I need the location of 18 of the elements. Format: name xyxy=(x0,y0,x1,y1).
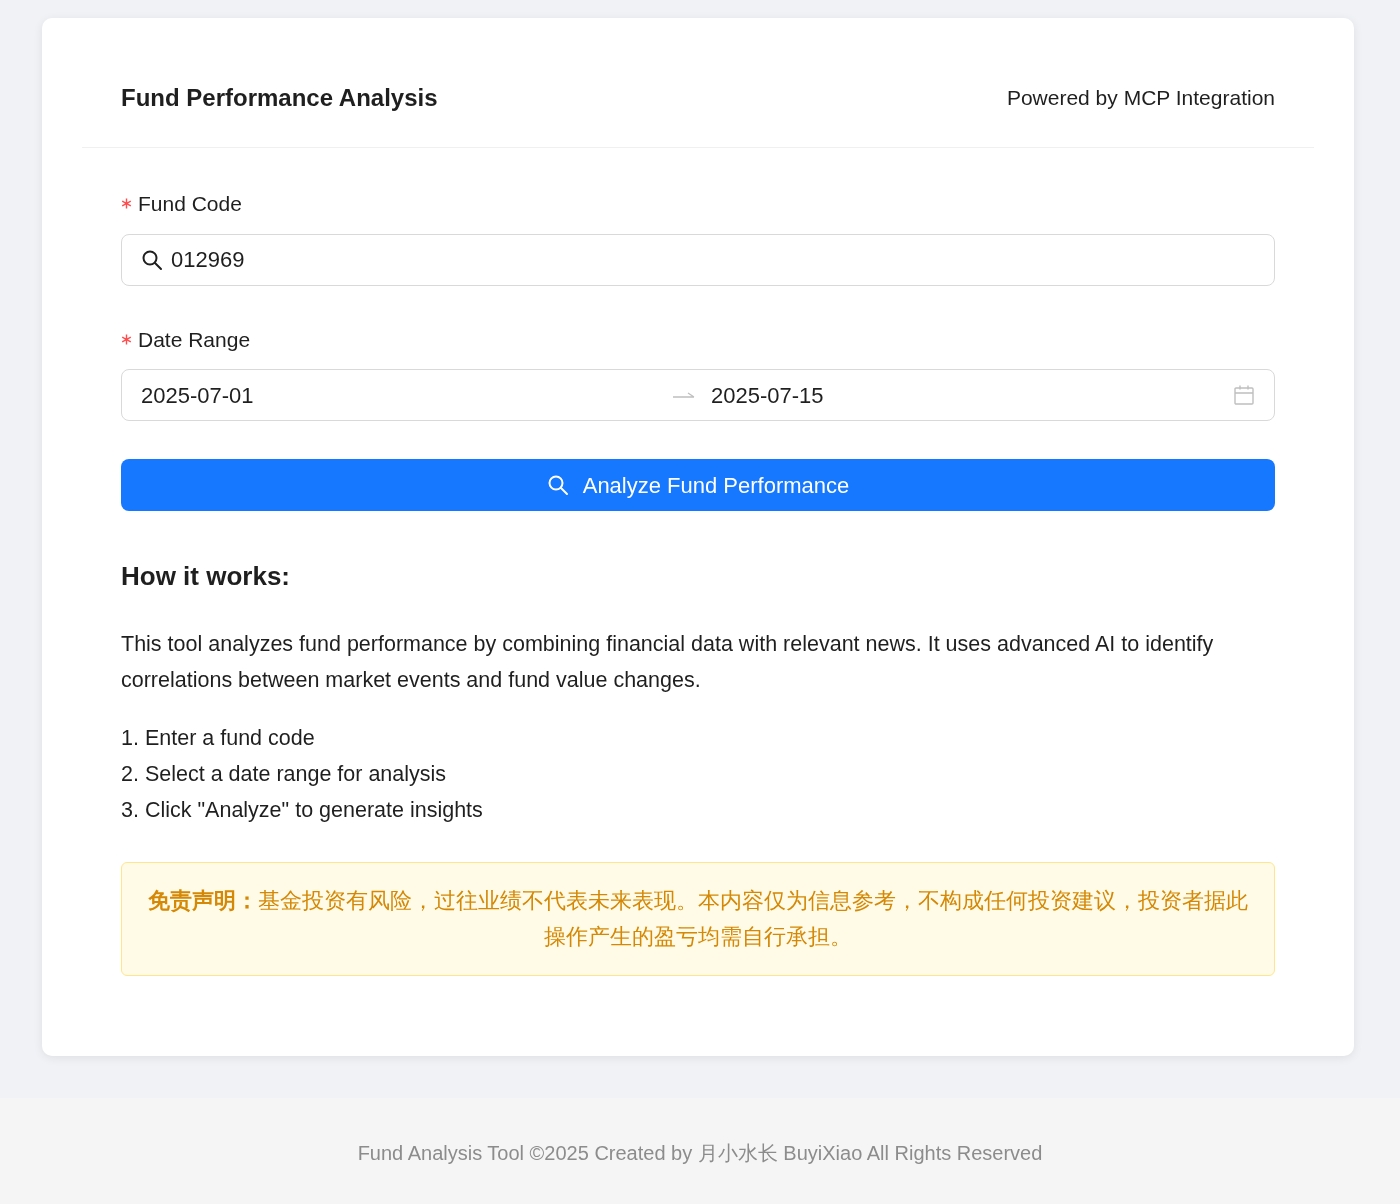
section-heading: How it works: xyxy=(121,560,291,593)
disclaimer-alert: 免责声明：基金投资有风险，过往业绩不代表未来表现。本内容仅为信息参考，不构成任何投资建议，投资者据此操作产生的盈亏均需自行承担。 xyxy=(121,862,1275,976)
arrow-icon xyxy=(673,391,695,399)
subtitle-text: Powered by MCP Integration xyxy=(1006,84,1275,111)
search-icon xyxy=(141,248,163,271)
field-label: Date Range xyxy=(138,326,251,353)
calendar-icon xyxy=(1233,384,1255,406)
field-label: Fund Code xyxy=(138,191,242,217)
step-text: 1. Enter a fund code xyxy=(121,725,316,752)
date-range-field[interactable]: 2025-07-01 2025-07-15 xyxy=(121,369,1275,421)
page-title: Fund Performance Analysis xyxy=(121,82,438,113)
footer-text: Fund Analysis Tool ©2025 Created by 月小水长 BuyiXiao All Rights Reserved xyxy=(357,1141,1043,1166)
analyze-button[interactable]: Analyze Fund Performance xyxy=(121,459,1275,511)
search-icon xyxy=(546,474,569,496)
description-paragraph: This tool analyzes fund performance by combining financial data with relevant news. It uses advanced AI to identify correlations between market events and fund value changes. xyxy=(121,631,1215,694)
step-text: 2. Select a date range for analysis xyxy=(121,761,448,788)
step-text: 3. Click "Analyze" to generate insights xyxy=(121,797,484,824)
fund-code-field[interactable]: 012969 xyxy=(121,233,1275,286)
